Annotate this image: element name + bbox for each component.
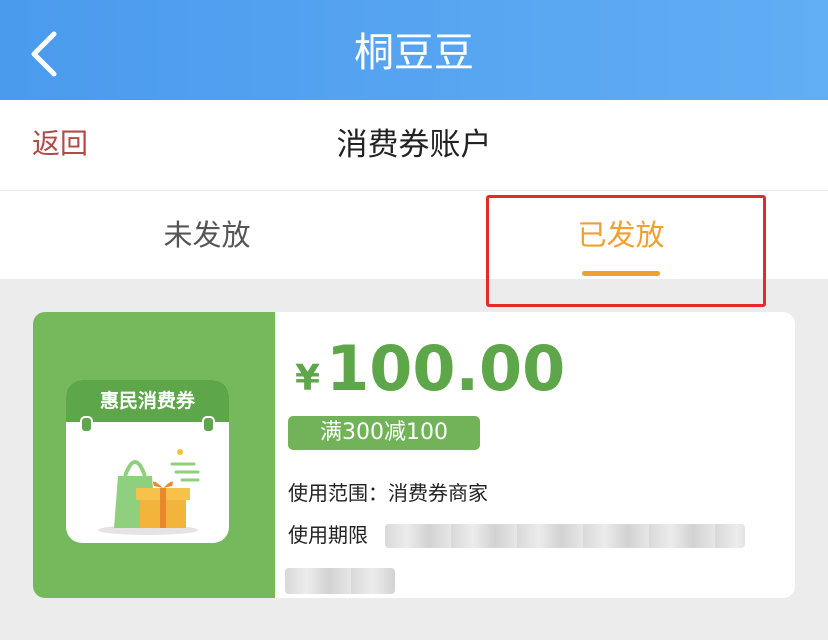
gift-bag-icon	[98, 449, 200, 535]
app-title: 桐豆豆	[354, 30, 474, 76]
coupon-badge: 惠民消费券	[66, 380, 229, 543]
usage-period-label: 使用期限	[288, 523, 368, 547]
coupon-amount: ¥100.00	[295, 334, 565, 404]
currency-symbol: ¥	[295, 358, 321, 399]
usage-scope-label: 使用范围：	[288, 481, 388, 505]
calendar-ring-icon	[202, 416, 215, 433]
top-navigation-bar: 桐豆豆	[0, 0, 828, 100]
tab-unissued-label: 未发放	[163, 218, 251, 252]
tab-unissued[interactable]: 未发放	[0, 191, 414, 279]
coupon-card[interactable]: 惠民消费券 ¥100.00 满300减100 使用范围：消费券商家 使用期限	[33, 312, 795, 598]
blurred-note	[285, 568, 395, 594]
calendar-ring-icon	[80, 416, 93, 433]
usage-period: 使用期限	[288, 520, 368, 550]
amount-value: 100.00	[326, 332, 566, 405]
sub-header: 返回 消费券账户	[0, 100, 828, 191]
page-title: 消费券账户	[336, 127, 492, 163]
blurred-period-value	[385, 524, 745, 548]
coupon-stub: 惠民消费券	[33, 312, 275, 598]
usage-scope: 使用范围：消费券商家	[288, 478, 488, 508]
coupon-perforation	[263, 312, 274, 598]
usage-scope-value: 消费券商家	[388, 481, 488, 505]
coupon-rule-tag: 满300减100	[288, 416, 480, 450]
highlight-annotation-box	[486, 195, 766, 307]
